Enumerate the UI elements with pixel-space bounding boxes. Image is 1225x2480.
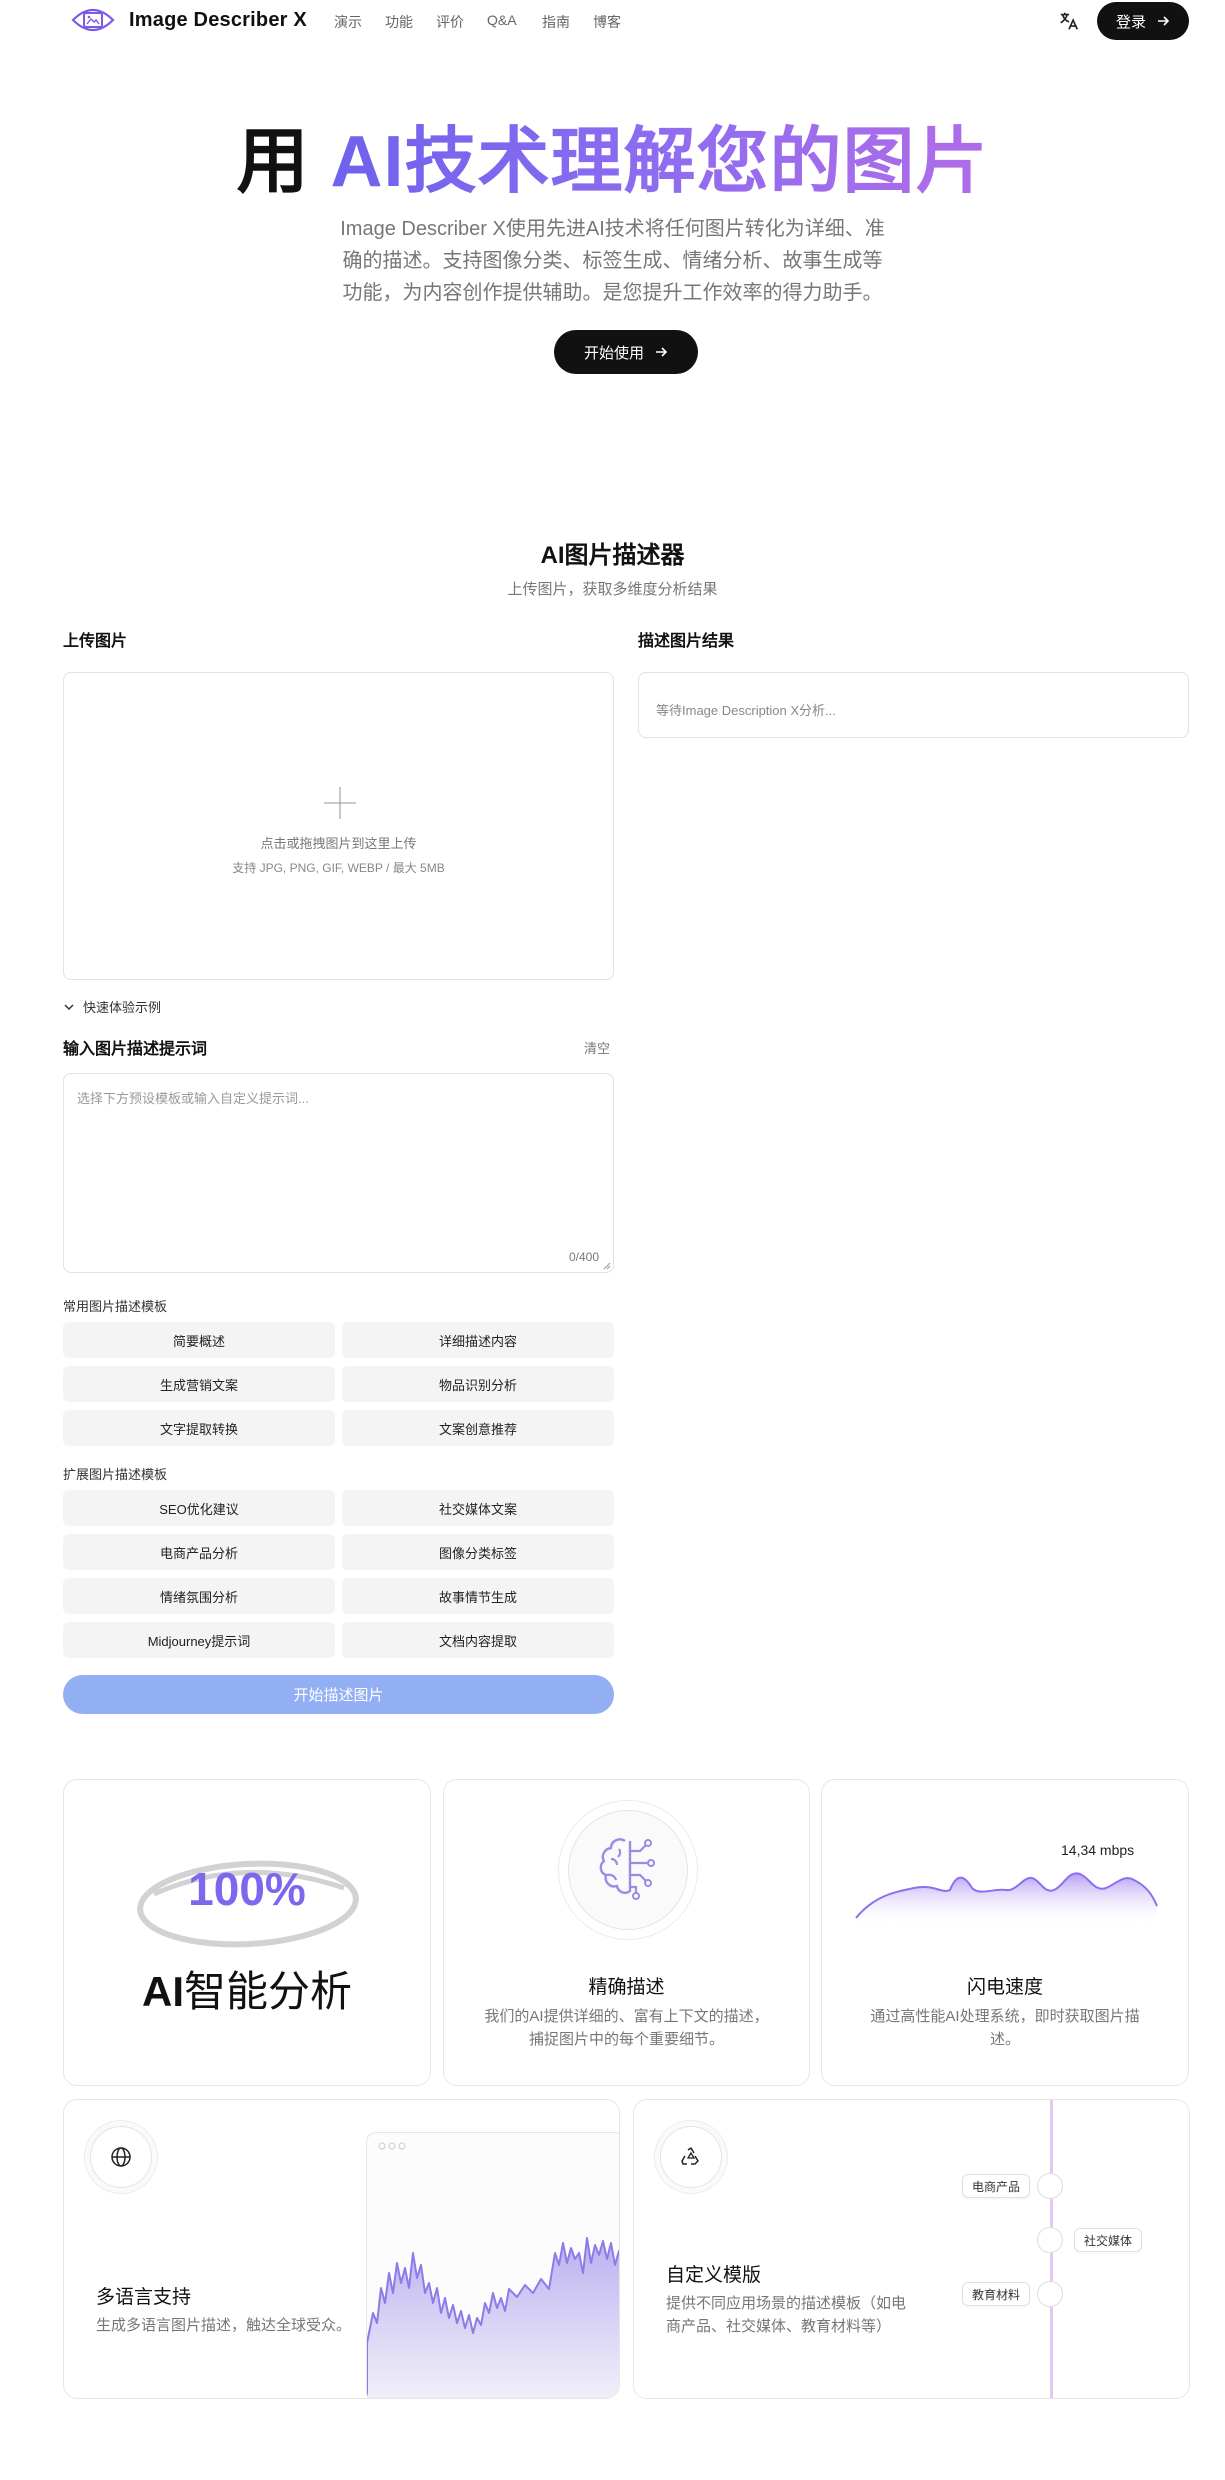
translate-icon[interactable] (1058, 10, 1080, 32)
speed-description: 通过高性能AI处理系统，即时获取图片描述。 (870, 2008, 1140, 2048)
speed-title: 闪电速度 (966, 1977, 1043, 1998)
template-document[interactable]: 文档内容提取 (342, 1622, 614, 1658)
globe-icon-circle (90, 2126, 152, 2188)
get-started-label: 开始使用 (583, 344, 644, 362)
tool-subtitle: 上传图片，获取多维度分析结果 (507, 581, 718, 598)
custom-title: 自定义模版 (666, 2265, 762, 2286)
prompt-placeholder: 选择下方预设模板或输入自定义提示词... (77, 1091, 309, 1106)
feature-card-ai: 100% AI智能分析 (63, 1779, 431, 2086)
traffic-area-chart (367, 2237, 619, 2398)
multilang-description: 生成多语言图片描述，触达全球受众。 (96, 2317, 352, 2334)
resize-handle-icon[interactable] (603, 1262, 611, 1270)
speed-wave-chart (855, 1872, 1158, 1926)
template-mood[interactable]: 情绪氛围分析 (63, 1578, 335, 1614)
template-image-tags[interactable]: 图像分类标签 (342, 1534, 614, 1570)
examples-toggle-label: 快速体验示例 (83, 1000, 162, 1015)
template-detailed-description[interactable]: 详细描述内容 (342, 1322, 614, 1358)
template-object-recognition[interactable]: 物品识别分析 (342, 1366, 614, 1402)
nav-link-reviews[interactable]: 评价 (436, 12, 464, 32)
tool-title: AI图片描述器 (540, 542, 685, 569)
prompt-label: 输入图片描述提示词 (63, 1041, 208, 1058)
upload-formats: 支持 JPG, PNG, GIF, WEBP / 最大 5MB (232, 861, 445, 875)
examples-toggle[interactable]: 快速体验示例 (63, 997, 161, 1016)
describe-image-button[interactable]: 开始描述图片 (63, 1675, 614, 1714)
result-placeholder: 等待Image Description X分析... (656, 703, 836, 718)
arrow-right-icon (656, 347, 668, 357)
login-button[interactable]: 登录 (1097, 2, 1189, 40)
brain-icon-circle (568, 1810, 688, 1930)
nav-link-features[interactable]: 功能 (385, 12, 413, 32)
template-marketing-copy[interactable]: 生成营销文案 (63, 1366, 335, 1402)
feature-card-precise: 精确描述 我们的AI提供详细的、富有上下文的描述，捕捉图片中的每个重要细节。 (443, 1779, 810, 2086)
result-box: 等待Image Description X分析... (638, 672, 1189, 738)
chevron-down-icon (64, 1003, 74, 1010)
precise-title: 精确描述 (588, 1977, 665, 1998)
login-label: 登录 (1115, 13, 1146, 31)
custom-description: 提供不同应用场景的描述模板（如电商产品、社交媒体、教育材料等） (666, 2295, 907, 2335)
plus-icon (324, 787, 356, 819)
template-ecommerce[interactable]: 电商产品分析 (63, 1534, 335, 1570)
logo-icon[interactable] (70, 4, 116, 36)
hero-description: Image Describer X使用先进AI技术将任何图片转化为详细、准确的描… (340, 218, 885, 304)
brand-name[interactable]: Image Describer X (129, 9, 307, 32)
prompt-textarea[interactable]: 选择下方预设模板或输入自定义提示词... 0/400 (63, 1073, 614, 1273)
template-midjourney[interactable]: Midjourney提示词 (63, 1622, 335, 1658)
template-brief-summary[interactable]: 简要概述 (63, 1322, 335, 1358)
hero-title-highlight: AI技术理解您的图片 (330, 122, 989, 202)
nav-link-guide[interactable]: 指南 (542, 12, 570, 32)
template-text-extraction[interactable]: 文字提取转换 (63, 1410, 335, 1446)
ai-feature-title-rest: 智能分析 (183, 1968, 352, 2015)
hero-title: 用 AI技术理解您的图片 (0, 117, 1225, 207)
upload-dropzone[interactable]: 点击或拖拽图片到这里上传 支持 JPG, PNG, GIF, WEBP / 最大… (63, 672, 614, 980)
template-story[interactable]: 故事情节生成 (342, 1578, 614, 1614)
nav-link-blog[interactable]: 博客 (593, 12, 621, 32)
result-label: 描述图片结果 (638, 633, 735, 650)
recycle-icon (681, 2147, 699, 2165)
feature-card-speed: 14,34 mbps 闪电速度 通过高性能AI处理系统，即时获取图片描述。 (821, 1779, 1189, 2086)
brain-circuit-icon (599, 1838, 655, 1900)
tag-social-media: 社交媒体 (1074, 2228, 1143, 2252)
ai-stat: 100% (188, 1863, 306, 1915)
template-copy-ideas[interactable]: 文案创意推荐 (342, 1410, 614, 1446)
ai-feature-title: AI智能分析 (64, 1958, 430, 2019)
tag-image-social (1037, 2227, 1063, 2253)
multilang-title: 多语言支持 (96, 2287, 192, 2308)
clear-button[interactable]: 清空 (584, 1038, 610, 1057)
browser-mockup (366, 2132, 619, 2398)
top-nav: Image Describer X 演示 功能 评价 Q&A 指南 博客 登录 (0, 0, 1225, 44)
feature-card-custom: 自定义模版 提供不同应用场景的描述模板（如电商产品、社交媒体、教育材料等） 电商… (633, 2099, 1190, 2399)
upload-label: 上传图片 (63, 633, 128, 650)
tag-education: 教育材料 (962, 2282, 1031, 2306)
nav-link-demo[interactable]: 演示 (334, 12, 362, 32)
globe-icon (111, 2147, 131, 2167)
tag-ecommerce: 电商产品 (962, 2174, 1031, 2198)
template-seo[interactable]: SEO优化建议 (63, 1490, 335, 1526)
tag-image-ecommerce (1037, 2173, 1063, 2199)
hero-title-prefix: 用 (236, 122, 331, 202)
precise-description: 我们的AI提供详细的、富有上下文的描述，捕捉图片中的每个重要细节。 (484, 2008, 769, 2048)
tag-image-education (1037, 2281, 1063, 2307)
recycle-icon-circle (660, 2126, 722, 2188)
nav-link-qa[interactable]: Q&A (487, 12, 517, 28)
common-templates-label: 常用图片描述模板 (63, 1299, 168, 1314)
arrow-right-icon (1158, 16, 1170, 26)
char-count: 0/400 (568, 1250, 599, 1264)
template-social-media[interactable]: 社交媒体文案 (342, 1490, 614, 1526)
speed-value: 14,34 mbps (1061, 1842, 1135, 1858)
ai-feature-title-bold: AI (141, 1968, 184, 2015)
feature-card-multilang: 多语言支持 生成多语言图片描述，触达全球受众。 (63, 2099, 620, 2399)
window-dots-icon (378, 2142, 406, 2150)
extended-templates-label: 扩展图片描述模板 (63, 1467, 168, 1482)
get-started-button[interactable]: 开始使用 (554, 330, 698, 374)
upload-hint: 点击或拖拽图片到这里上传 (260, 836, 417, 851)
